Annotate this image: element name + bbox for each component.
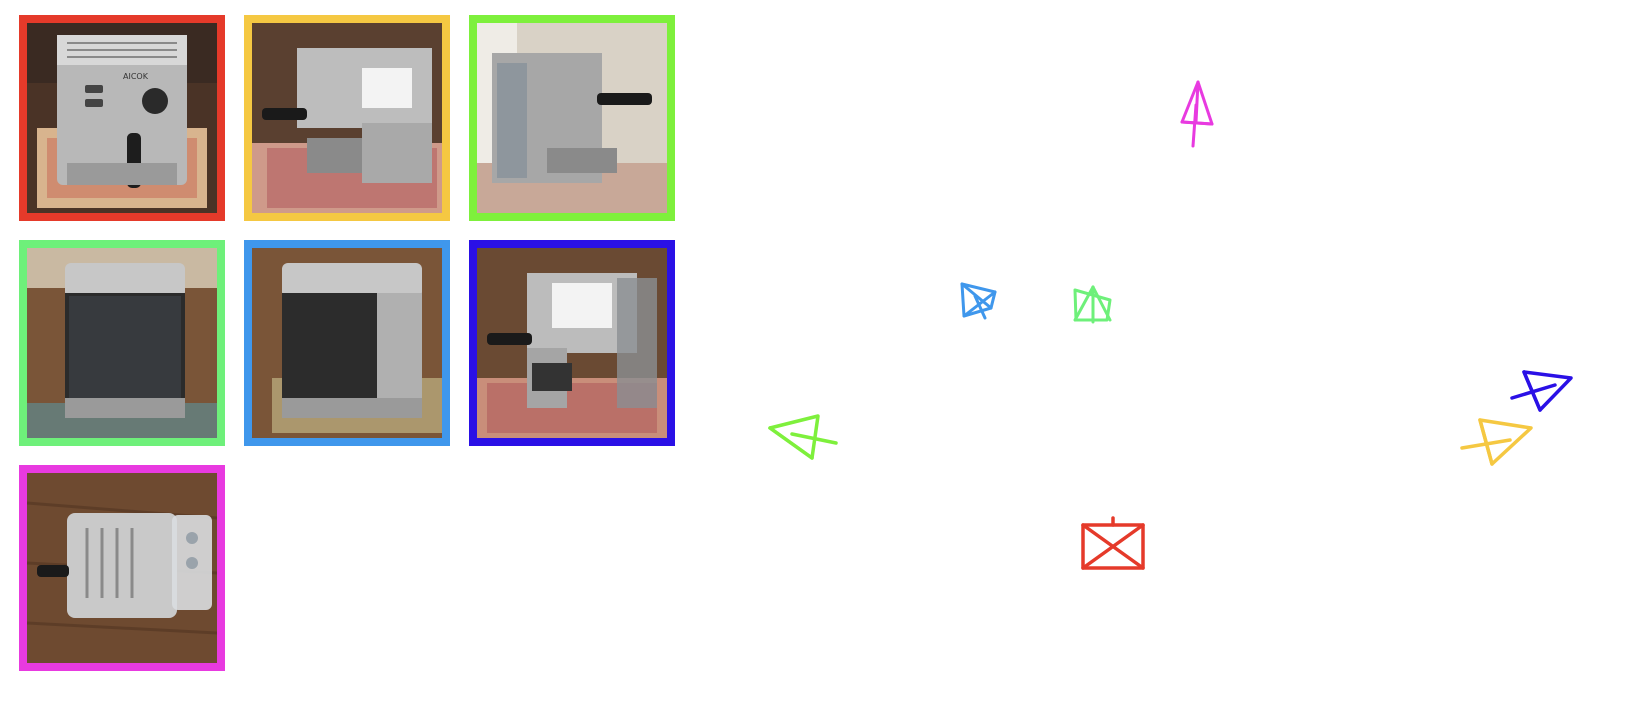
espresso-machine-front-photo: AICOK xyxy=(27,23,217,213)
view-tile-top xyxy=(19,465,225,671)
front-camera-icon xyxy=(1081,516,1145,570)
view-tile-front: AICOK xyxy=(19,15,225,221)
multi-view-camera-diagram: AICOK xyxy=(0,0,1626,710)
view-tile-left-side xyxy=(469,15,675,221)
top-camera-icon xyxy=(1180,80,1214,148)
right-camera-icon xyxy=(1460,418,1533,466)
view-tile-right-back xyxy=(469,240,675,446)
view-tile-back-left xyxy=(244,240,450,446)
espresso-machine-left-side-photo xyxy=(477,23,667,213)
left-camera-icon xyxy=(768,414,838,460)
back-camera-icon xyxy=(1073,285,1112,324)
view-tile-back xyxy=(19,240,225,446)
espresso-machine-right-side-photo xyxy=(252,23,442,213)
brand-logo-text: AICOK xyxy=(123,72,149,81)
espresso-machine-top-photo xyxy=(27,473,217,663)
view-tile-right-side xyxy=(244,15,450,221)
view-photo-grid: AICOK xyxy=(0,0,720,710)
espresso-machine-back-photo xyxy=(27,248,217,438)
back-left-camera-icon xyxy=(960,282,997,320)
right-back-camera-icon xyxy=(1510,370,1573,412)
espresso-machine-right-back-photo xyxy=(477,248,667,438)
espresso-machine-back-left-photo xyxy=(252,248,442,438)
